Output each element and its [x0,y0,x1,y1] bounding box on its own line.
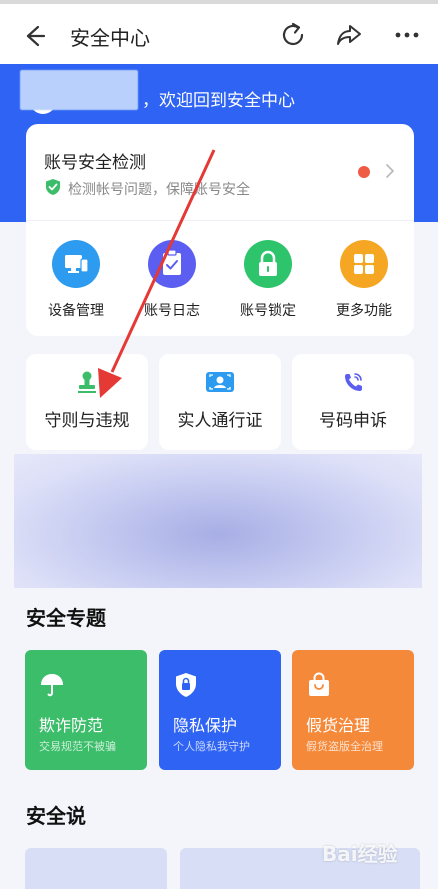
quick-action-log[interactable]: 账号日志 [124,240,220,320]
tile-real-person-pass[interactable]: 实人通行证 [159,354,281,450]
topic-desc: 交易规范不被骗 [39,740,116,753]
say-card[interactable] [25,848,167,889]
topics-section-title: 安全专题 [26,606,106,630]
topic-fraud-prevention[interactable]: 欺诈防范 交易规范不被骗 [25,650,147,770]
lock-icon [244,240,292,288]
security-card: 账号安全检测 检测帐号问题，保障账号安全 设备管理 账号日志 账号锁定 更多功能 [26,124,414,336]
shield-check-icon [46,179,60,195]
topic-privacy-protection[interactable]: 隐私保护 个人隐私我守护 [159,650,281,770]
tile-label: 号码申诉 [319,411,387,431]
quick-action-label: 更多功能 [336,303,392,319]
quick-action-device[interactable]: 设备管理 [28,240,124,320]
tile-label: 守则与违规 [44,411,130,431]
security-check-subtitle: 检测帐号问题，保障账号安全 [68,182,250,198]
log-icon [148,240,196,288]
quick-action-label: 设备管理 [48,303,104,319]
top-bar: 安全中心 [0,0,438,64]
security-check-title[interactable]: 账号安全检测 [44,148,146,173]
tile-number-appeal[interactable]: 号码申诉 [292,354,414,450]
phone-icon [345,373,362,391]
tile-label: 实人通行证 [177,411,263,431]
topic-name: 假货治理 [306,716,371,735]
quick-action-more[interactable]: 更多功能 [316,240,412,320]
face-id-icon [206,372,234,392]
chevron-right-icon[interactable] [384,162,396,180]
tile-rules-violations[interactable]: 守则与违规 [26,354,148,450]
umbrella-icon [41,674,63,697]
refresh-icon[interactable] [278,20,308,50]
watermark: Bai经验 [322,842,398,866]
quick-action-label: 账号锁定 [240,303,296,319]
divider [26,220,414,221]
quick-action-label: 账号日志 [144,303,200,319]
stamp-icon [78,371,96,393]
topic-counterfeit-governance[interactable]: 假货治理 假货盗版全治理 [292,650,414,770]
back-arrow-icon[interactable] [20,22,48,50]
privacy-shield-icon [176,673,196,697]
page-title: 安全中心 [70,26,150,50]
topic-name: 隐私保护 [173,716,238,735]
more-icon[interactable] [392,20,422,50]
grid-icon [340,240,388,288]
quick-action-lock[interactable]: 账号锁定 [220,240,316,320]
promo-banner[interactable] [14,454,422,588]
topic-desc: 假货盗版全治理 [306,740,383,753]
status-dot [358,166,370,178]
share-icon[interactable] [334,20,364,50]
topic-name: 欺诈防范 [39,716,104,735]
shopping-bag-icon [309,672,329,696]
blurred-username [20,70,138,110]
welcome-text: ，欢迎回到安全中心 [142,91,295,111]
topic-desc: 个人隐私我守护 [173,740,250,753]
say-section-title: 安全说 [26,804,86,828]
device-icon [52,240,100,288]
